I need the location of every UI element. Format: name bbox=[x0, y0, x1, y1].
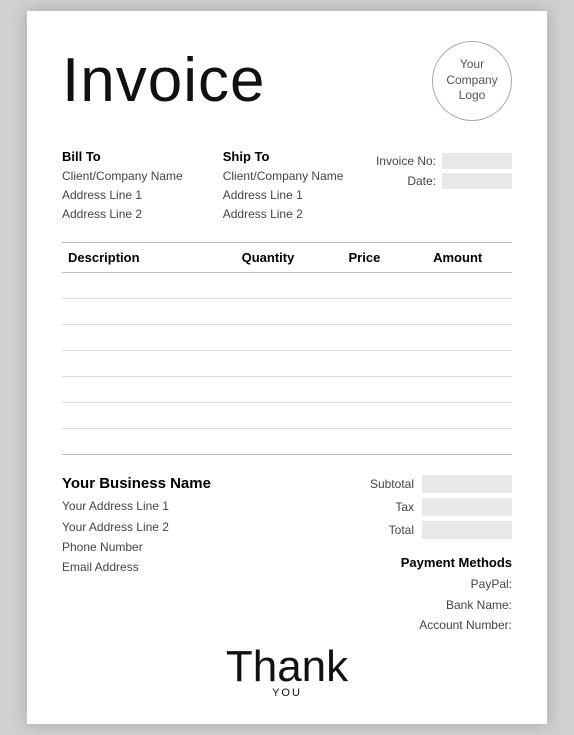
date-value bbox=[442, 173, 512, 189]
payment-title: Payment Methods bbox=[401, 555, 512, 570]
thank-you-row: Thank YOU bbox=[62, 645, 512, 699]
bill-to-address2: Address Line 2 bbox=[62, 205, 183, 224]
bill-to-company: Client/Company Name bbox=[62, 167, 183, 186]
total-value bbox=[422, 521, 512, 539]
bill-to-label: Bill To bbox=[62, 149, 183, 164]
col-price: Price bbox=[325, 243, 403, 273]
business-name: Your Business Name bbox=[62, 475, 211, 492]
invoice-table: Description Quantity Price Amount bbox=[62, 242, 512, 455]
paypal-line: PayPal: bbox=[401, 574, 512, 594]
thank-you-block: Thank YOU bbox=[226, 645, 348, 699]
col-quantity: Quantity bbox=[210, 243, 325, 273]
invoice-page: Invoice YourCompanyLogo Bill To Client/C… bbox=[27, 11, 547, 725]
thank-you-text: Thank bbox=[226, 645, 348, 689]
invoice-no-row: Invoice No: bbox=[376, 153, 512, 169]
ship-to-company: Client/Company Name bbox=[223, 167, 344, 186]
table-row bbox=[62, 377, 512, 403]
business-phone: Phone Number bbox=[62, 537, 211, 557]
table-row bbox=[62, 273, 512, 299]
business-address1: Your Address Line 1 bbox=[62, 496, 211, 516]
business-email: Email Address bbox=[62, 557, 211, 577]
invoice-no-value bbox=[442, 153, 512, 169]
table-row bbox=[62, 299, 512, 325]
company-logo: YourCompanyLogo bbox=[432, 41, 512, 121]
bank-line: Bank Name: bbox=[401, 595, 512, 615]
table-row bbox=[62, 351, 512, 377]
footer-section: Your Business Name Your Address Line 1 Y… bbox=[62, 475, 512, 635]
date-label: Date: bbox=[407, 174, 436, 188]
bill-to-address1: Address Line 1 bbox=[62, 186, 183, 205]
business-address2: Your Address Line 2 bbox=[62, 517, 211, 537]
col-description: Description bbox=[62, 243, 210, 273]
total-label: Total bbox=[364, 523, 414, 537]
payment-methods: Payment Methods PayPal: Bank Name: Accou… bbox=[401, 555, 512, 635]
table-row bbox=[62, 403, 512, 429]
header: Invoice YourCompanyLogo bbox=[62, 41, 512, 121]
totals-section: Subtotal Tax Total bbox=[364, 475, 512, 539]
subtotal-value bbox=[422, 475, 512, 493]
invoice-no-label: Invoice No: bbox=[376, 154, 436, 168]
invoice-meta: Invoice No: Date: bbox=[376, 153, 512, 193]
subtotal-label: Subtotal bbox=[364, 477, 414, 491]
invoice-title: Invoice bbox=[62, 50, 265, 112]
subtotal-row: Subtotal bbox=[364, 475, 512, 493]
tax-row: Tax bbox=[364, 498, 512, 516]
tax-value bbox=[422, 498, 512, 516]
account-line: Account Number: bbox=[401, 615, 512, 635]
ship-to-block: Ship To Client/Company Name Address Line… bbox=[223, 149, 344, 225]
table-row bbox=[62, 429, 512, 455]
top-info-row: Bill To Client/Company Name Address Line… bbox=[62, 149, 512, 225]
date-row: Date: bbox=[407, 173, 512, 189]
bill-to-block: Bill To Client/Company Name Address Line… bbox=[62, 149, 183, 225]
tax-label: Tax bbox=[364, 500, 414, 514]
col-amount: Amount bbox=[403, 243, 512, 273]
right-section: Subtotal Tax Total Payment Methods PayPa… bbox=[364, 475, 512, 635]
table-row bbox=[62, 325, 512, 351]
total-row: Total bbox=[364, 521, 512, 539]
ship-to-address2: Address Line 2 bbox=[223, 205, 344, 224]
ship-to-label: Ship To bbox=[223, 149, 344, 164]
ship-to-address1: Address Line 1 bbox=[223, 186, 344, 205]
business-info: Your Business Name Your Address Line 1 Y… bbox=[62, 475, 211, 578]
addresses-left: Bill To Client/Company Name Address Line… bbox=[62, 149, 343, 225]
